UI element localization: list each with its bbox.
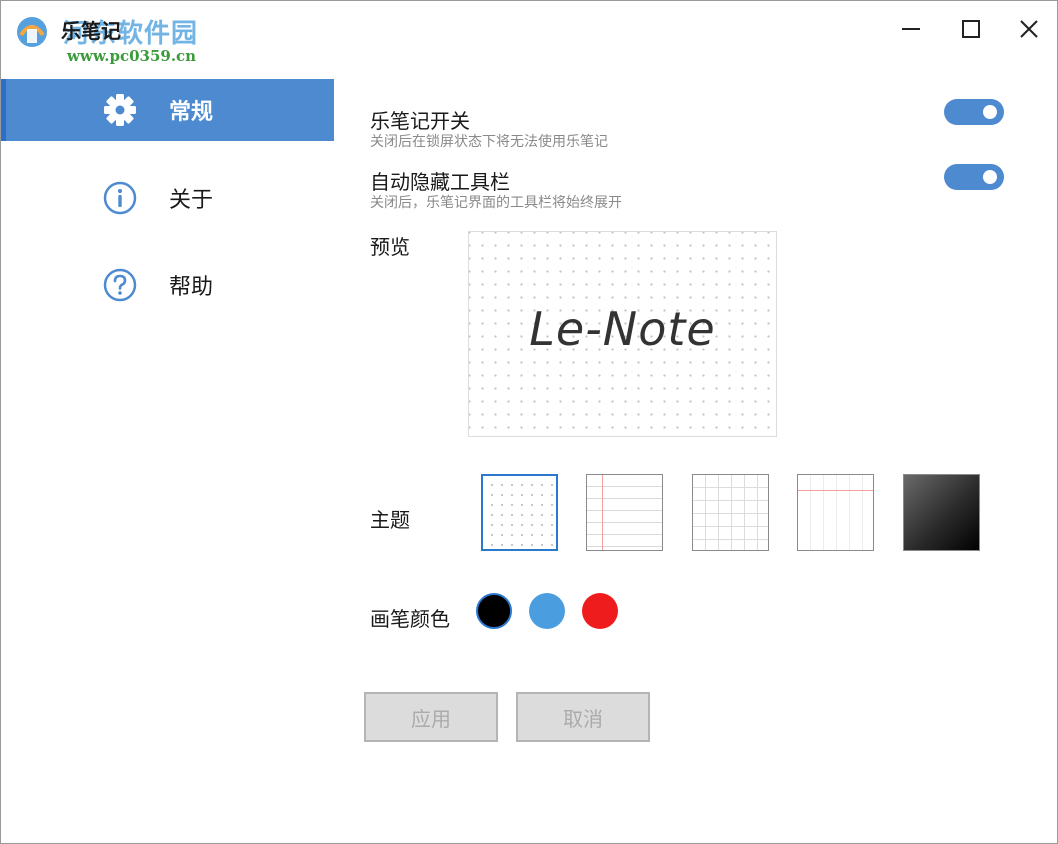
title-bar[interactable]: 河东软件园 乐笔记 www.pc0359.cn: [1, 1, 1057, 65]
sidebar-item-general[interactable]: 常规: [1, 79, 334, 141]
auto-hide-toolbar-description: 关闭后，乐笔记界面的工具栏将始终展开: [370, 195, 622, 211]
pen-color-red[interactable]: [582, 593, 618, 629]
help-icon: [102, 267, 138, 303]
minimize-icon: [902, 28, 920, 30]
sidebar-item-label: 帮助: [169, 275, 214, 300]
auto-hide-toolbar-title: 自动隐藏工具栏: [370, 170, 510, 194]
sidebar-item-label: 常规: [169, 100, 214, 125]
sidebar-item-help[interactable]: 帮助: [1, 254, 334, 316]
cancel-button[interactable]: 取消: [516, 692, 650, 742]
preview-label: 预览: [370, 235, 410, 259]
pen-color-black[interactable]: [476, 593, 512, 629]
info-icon: [102, 180, 138, 216]
close-button[interactable]: [1009, 11, 1049, 47]
pen-color-label: 画笔颜色: [370, 607, 450, 631]
auto-hide-toolbar-toggle[interactable]: [944, 164, 1004, 190]
apply-button[interactable]: 应用: [364, 692, 498, 742]
preview-canvas: Le-Note: [468, 231, 777, 437]
sidebar-item-label: 关于: [169, 188, 214, 213]
theme-label: 主题: [370, 508, 410, 532]
gear-icon: [102, 92, 138, 128]
theme-option-columns[interactable]: [797, 474, 874, 551]
theme-option-dark[interactable]: [903, 474, 980, 551]
note-switch-title: 乐笔记开关: [370, 109, 470, 133]
settings-window: 河东软件园 乐笔记 www.pc0359.cn 常规 关于 帮助 乐笔记开关 关…: [0, 0, 1058, 844]
close-icon: [1020, 20, 1038, 38]
note-switch-toggle[interactable]: [944, 99, 1004, 125]
preview-sample-text: Le-Note: [529, 302, 716, 356]
sidebar-item-about[interactable]: 关于: [1, 167, 334, 229]
pen-color-blue[interactable]: [529, 593, 565, 629]
toggle-knob: [983, 105, 997, 119]
toggle-knob: [983, 170, 997, 184]
watermark-url: www.pc0359.cn: [67, 47, 197, 65]
theme-option-lined[interactable]: [586, 474, 663, 551]
theme-option-dot-grid[interactable]: [481, 474, 558, 551]
maximize-icon: [962, 20, 980, 38]
note-switch-description: 关闭后在锁屏状态下将无法使用乐笔记: [370, 134, 608, 150]
maximize-button[interactable]: [951, 11, 991, 47]
window-title: 乐笔记: [61, 19, 121, 43]
theme-option-square-grid[interactable]: [692, 474, 769, 551]
app-logo-icon: [17, 17, 47, 47]
minimize-button[interactable]: [891, 11, 931, 47]
